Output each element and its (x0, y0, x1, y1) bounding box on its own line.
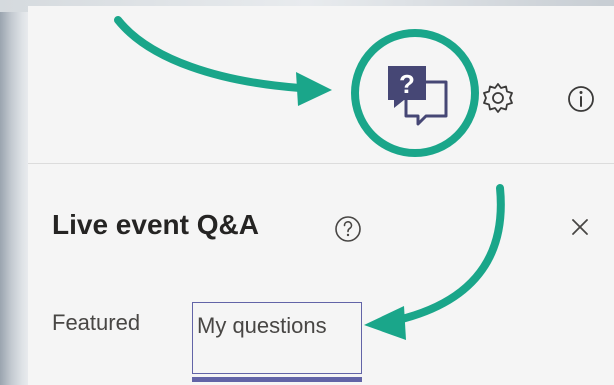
tab-my-questions[interactable]: My questions (192, 302, 362, 374)
tab-selected-indicator (192, 377, 362, 382)
qa-chat-icon: ? (388, 66, 448, 126)
header-divider (28, 163, 614, 164)
tab-featured[interactable]: Featured (52, 310, 140, 336)
settings-button[interactable] (480, 80, 516, 116)
info-button[interactable] (564, 82, 598, 116)
help-icon (335, 216, 361, 242)
screenshot-stage: ? Live event Q&A Featured My questions (0, 0, 614, 385)
close-icon (572, 219, 588, 235)
help-button[interactable] (334, 215, 362, 243)
info-icon (568, 86, 594, 112)
panel-title: Live event Q&A (52, 209, 259, 240)
gear-icon (483, 83, 513, 113)
qa-button[interactable]: ? (380, 60, 456, 126)
close-button[interactable] (566, 213, 594, 241)
svg-text:?: ? (399, 69, 415, 99)
